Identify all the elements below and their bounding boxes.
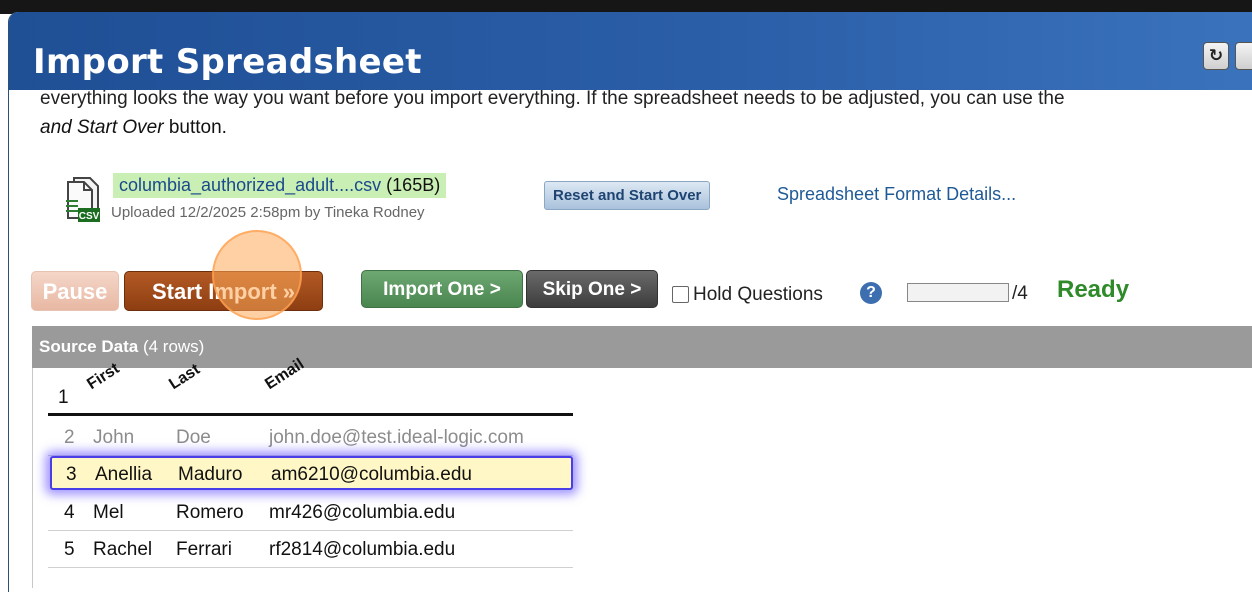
- table-header-row: 1 First Last Email: [48, 356, 573, 416]
- spreadsheet-format-details-link[interactable]: Spreadsheet Format Details...: [777, 184, 1016, 205]
- cell-email: am6210@columbia.edu: [271, 464, 472, 485]
- cell-last: Ferrari: [176, 539, 232, 560]
- row-number: 3: [66, 464, 77, 485]
- intro-line-2-rest: button.: [163, 117, 227, 138]
- uploaded-file-name[interactable]: columbia_authorized_adult....csv (165B): [113, 173, 447, 198]
- import-one-button[interactable]: Import One >: [361, 270, 523, 308]
- header-row-number: 1: [58, 387, 69, 408]
- intro-line-1: everything looks the way you want before…: [40, 88, 1065, 109]
- file-size: (165B): [386, 175, 441, 195]
- file-name-link[interactable]: columbia_authorized_adult....csv: [119, 175, 381, 195]
- table-row-current[interactable]: 3 Anellia Maduro am6210@columbia.edu: [50, 456, 573, 490]
- source-row-count: (4 rows): [142, 337, 205, 356]
- import-progress-bar: [907, 283, 1009, 302]
- help-icon[interactable]: ?: [860, 282, 882, 304]
- upload-info: Uploaded 12/2/2025 2:58pm by Tineka Rodn…: [111, 204, 425, 221]
- import-status: Ready: [1057, 276, 1130, 303]
- csv-badge: CSV: [79, 211, 100, 222]
- cell-first: John: [93, 427, 135, 448]
- cell-email: rf2814@columbia.edu: [269, 539, 456, 560]
- cell-last: Maduro: [178, 464, 243, 485]
- dialog-title: Import Spreadsheet: [33, 42, 422, 82]
- refresh-icon[interactable]: ↻: [1203, 42, 1229, 70]
- cell-first: Anellia: [95, 464, 153, 485]
- pause-button[interactable]: Pause: [31, 271, 119, 311]
- table-row[interactable]: 4 Mel Romero mr426@columbia.edu: [48, 494, 573, 531]
- csv-file-icon: CSV: [66, 177, 100, 222]
- cell-email: john.doe@test.ideal-logic.com: [269, 427, 524, 448]
- row-number: 5: [64, 539, 75, 560]
- source-data-title: Source Data: [39, 337, 139, 356]
- progress-total: /4: [1012, 283, 1028, 304]
- table-row[interactable]: 2 John Doe john.doe@test.ideal-logic.com: [48, 419, 573, 456]
- cell-email: mr426@columbia.edu: [269, 502, 456, 523]
- cell-last: Doe: [176, 427, 211, 448]
- cell-last: Romero: [176, 502, 244, 523]
- cell-first: Rachel: [93, 539, 153, 560]
- dialog-titlebar: Import Spreadsheet ↻: [9, 12, 1252, 90]
- row-number: 2: [64, 427, 75, 448]
- row-number: 4: [64, 502, 75, 523]
- reset-and-start-over-button[interactable]: Reset and Start Over: [544, 181, 711, 210]
- click-indicator: [212, 230, 302, 320]
- cell-first: Mel: [93, 502, 124, 523]
- hold-questions-checkbox[interactable]: [672, 286, 689, 303]
- source-data-header: Source Data (4 rows): [32, 326, 1252, 368]
- hold-questions-label[interactable]: Hold Questions: [693, 284, 823, 306]
- intro-emphasis: and Start Over: [40, 117, 164, 138]
- intro-line-2: and Start Over button.: [40, 113, 227, 143]
- skip-one-button[interactable]: Skip One >: [526, 270, 658, 308]
- window-control-icon[interactable]: [1235, 42, 1252, 70]
- table-row[interactable]: 5 Rachel Ferrari rf2814@columbia.edu: [48, 531, 573, 568]
